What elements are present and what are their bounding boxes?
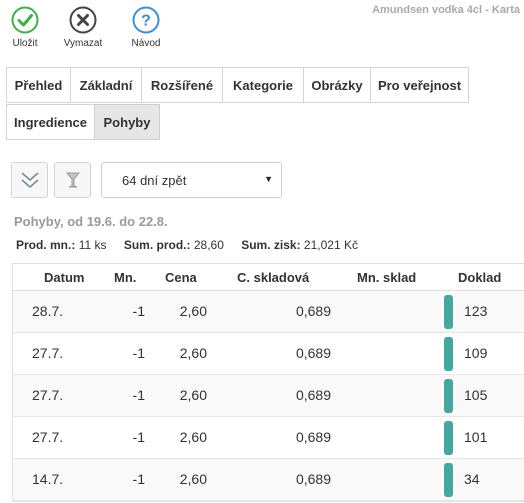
clear-button[interactable]: Vymazat	[60, 6, 106, 49]
cell-price: 2,60	[179, 345, 207, 361]
col-price[interactable]: Cena	[165, 270, 197, 285]
cell-qty: -1	[132, 303, 145, 319]
table-header: Datum Mn. Cena C. skladová Mn. sklad Dok…	[13, 264, 524, 291]
cell-price: 2,60	[179, 429, 207, 445]
glass-filter-icon	[65, 172, 80, 188]
col-date[interactable]: Datum	[44, 270, 84, 285]
document-bar	[444, 379, 453, 413]
save-label: Uložit	[12, 38, 38, 49]
cell-date: 27.7.	[32, 429, 64, 445]
tab-public[interactable]: Pro veřejnost	[370, 67, 469, 103]
qty-value: 11 ks	[78, 238, 107, 252]
window-title: Amundsen vodka 4cl - Karta	[372, 4, 520, 16]
cell-stock-price: 0,689	[295, 471, 331, 487]
cell-stock-price: 0,689	[295, 387, 331, 403]
caret-down-icon: ▼	[264, 174, 273, 184]
clear-label: Vymazat	[63, 38, 103, 49]
cell-document[interactable]: 109	[464, 345, 487, 361]
cell-document[interactable]: 34	[464, 471, 480, 487]
table-row[interactable]: 27.7. -1 2,60 0,689 101	[13, 417, 524, 459]
help-button[interactable]: ? Návod	[123, 6, 169, 49]
cell-qty: -1	[132, 429, 145, 445]
cell-qty: -1	[132, 345, 145, 361]
sales-label: Sum. prod.:	[123, 238, 191, 252]
document-bar	[444, 337, 453, 371]
movements-table: Datum Mn. Cena C. skladová Mn. sklad Dok…	[12, 263, 524, 502]
document-bar	[444, 463, 453, 497]
col-qty[interactable]: Mn.	[114, 270, 136, 285]
col-stock-price[interactable]: C. skladová	[237, 270, 309, 285]
document-bar	[444, 295, 453, 329]
profit-label: Sum. zisk:	[241, 238, 301, 252]
document-bar	[444, 421, 453, 455]
cell-price: 2,60	[179, 471, 207, 487]
double-chevron-down-icon	[20, 172, 39, 188]
cell-date: 27.7.	[32, 387, 64, 403]
cell-date: 14.7.	[32, 471, 64, 487]
tab-images[interactable]: Obrázky	[303, 67, 371, 103]
movements-period: Pohyby, od 19.6. do 22.8.	[14, 214, 168, 229]
save-button[interactable]: Uložit	[2, 6, 48, 49]
cell-qty: -1	[132, 471, 145, 487]
cell-price: 2,60	[179, 303, 207, 319]
sales-value: 28,60	[193, 238, 224, 252]
filter-button[interactable]	[54, 162, 91, 198]
tab-movements[interactable]: Pohyby	[94, 104, 160, 140]
cell-document[interactable]: 101	[464, 429, 487, 445]
collapse-button[interactable]	[11, 162, 48, 198]
tab-categories[interactable]: Kategorie	[222, 67, 304, 103]
table-row[interactable]: 14.7. -1 2,60 0,689 34	[13, 459, 524, 501]
cell-price: 2,60	[179, 387, 207, 403]
profit-value: 21,021 Kč	[303, 238, 358, 252]
period-select[interactable]: 64 dní zpět ▼	[101, 162, 282, 198]
tab-basic[interactable]: Základní	[70, 67, 142, 103]
table-row[interactable]: 27.7. -1 2,60 0,689 105	[13, 375, 524, 417]
question-icon: ?	[132, 6, 160, 34]
svg-text:?: ?	[141, 13, 151, 30]
tab-overview[interactable]: Přehled	[6, 67, 71, 103]
cell-date: 27.7.	[32, 345, 64, 361]
close-icon	[69, 6, 97, 34]
movements-summary: Prod. mn.: 11 ks Sum. prod.: 28,60 Sum. …	[16, 238, 358, 252]
col-document[interactable]: Doklad	[458, 270, 501, 285]
table-row[interactable]: 27.7. -1 2,60 0,689 109	[13, 333, 524, 375]
cell-date: 28.7.	[32, 303, 64, 319]
cell-stock-price: 0,689	[295, 303, 331, 319]
tab-ingredients[interactable]: Ingredience	[6, 104, 95, 140]
cell-document[interactable]: 123	[464, 303, 487, 319]
cell-stock-price: 0,689	[295, 345, 331, 361]
cell-qty: -1	[132, 387, 145, 403]
col-stock-qty[interactable]: Mn. sklad	[357, 270, 416, 285]
table-row[interactable]: 28.7. -1 2,60 0,689 123	[13, 291, 524, 333]
help-label: Návod	[131, 38, 161, 49]
check-icon	[11, 6, 39, 34]
cell-stock-price: 0,689	[295, 429, 331, 445]
table-body: 28.7. -1 2,60 0,689 123 27.7. -1 2,60 0,…	[13, 291, 524, 501]
qty-label: Prod. mn.:	[16, 238, 76, 252]
tab-extended[interactable]: Rozšířené	[141, 67, 223, 103]
cell-document[interactable]: 105	[464, 387, 487, 403]
period-select-value: 64 dní zpět	[122, 172, 187, 188]
